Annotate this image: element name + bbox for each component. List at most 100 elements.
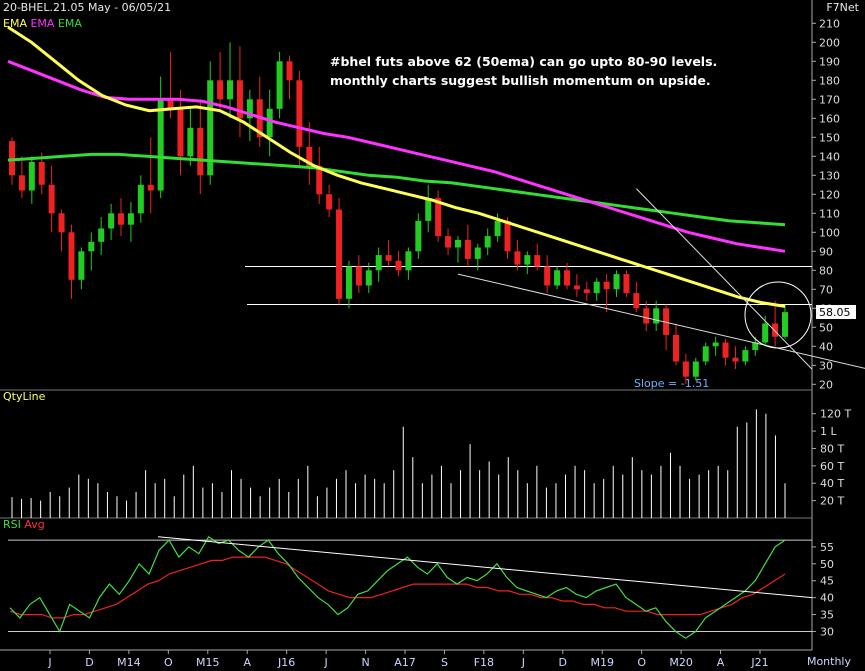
highlight-circle	[744, 281, 812, 349]
time-tick-label: N	[361, 656, 369, 669]
price-tick-label: 110	[819, 207, 840, 220]
time-tick-label: S	[441, 656, 448, 669]
candle-body	[732, 357, 739, 362]
candle-body	[484, 236, 491, 248]
time-tick-label: O	[164, 656, 173, 669]
qty-tick-label: 60 T	[820, 460, 844, 473]
candle-body	[742, 350, 749, 362]
time-tick-label: A17	[394, 656, 416, 669]
time-tick-label: D	[85, 656, 93, 669]
candle-body	[613, 274, 620, 290]
qty-tick-label: 20 T	[820, 495, 844, 508]
last-price-label: 58.05	[819, 306, 851, 319]
rsi-trendline	[157, 536, 813, 599]
candle-body	[197, 127, 204, 176]
rsi-tick-label: 40	[820, 592, 834, 605]
price-tick-label: 80	[819, 264, 833, 277]
candle-body	[137, 184, 144, 214]
ema-mid-line	[7, 59, 786, 253]
candle-body	[722, 342, 729, 358]
candle-body	[762, 323, 769, 343]
price-tick-label: 130	[819, 169, 840, 182]
qty-tick-label: 120 T	[820, 408, 851, 421]
price-tick-label: 100	[819, 226, 840, 239]
price-tick-label: 70	[819, 283, 833, 296]
candle-body	[296, 80, 303, 147]
candle-body	[385, 255, 392, 261]
rsi-avg-line	[9, 556, 786, 619]
candle-body	[276, 61, 283, 109]
candle-body	[623, 274, 630, 294]
candle-body	[454, 239, 461, 248]
candle-body	[534, 255, 541, 267]
time-tick-label: O	[637, 656, 646, 669]
candle-body	[227, 80, 234, 100]
time-tick-label: J	[521, 656, 525, 669]
candle-body	[266, 108, 273, 138]
time-tick-label: M15	[196, 656, 220, 669]
price-tick-label: 170	[819, 93, 840, 106]
price-tick-label: 30	[819, 359, 833, 372]
price-tick-label: 90	[819, 245, 833, 258]
candle-body	[177, 108, 184, 157]
candle-body	[702, 346, 709, 362]
price-tick-label: 180	[819, 74, 840, 87]
price-tick-label: 150	[819, 131, 840, 144]
candle-body	[395, 260, 402, 271]
candle-body	[712, 342, 719, 347]
candle-body	[187, 127, 194, 157]
rsi-tick-label: 45	[820, 575, 834, 588]
time-tick-label: J	[47, 656, 51, 669]
time-tick-label: J21	[750, 656, 768, 669]
candle-body	[563, 270, 570, 286]
rsi-line	[9, 535, 786, 639]
time-tick-label: J16	[277, 656, 295, 669]
rsi-tick-label: 55	[820, 541, 834, 554]
candle-body	[375, 255, 382, 271]
trend-channel-lower	[457, 273, 865, 369]
candle-body	[772, 323, 779, 337]
candle-body	[157, 99, 164, 191]
candle-body	[593, 281, 600, 294]
trend-channel-upper	[635, 188, 813, 370]
qty-tick-label: 1 L	[820, 425, 837, 438]
candle-body	[118, 213, 125, 225]
candle-body	[336, 209, 343, 299]
candle-body	[583, 289, 590, 294]
candle-body	[326, 194, 333, 210]
time-tick-label: A	[243, 656, 251, 669]
rsi-tick-label: 50	[820, 558, 834, 571]
candle-body	[355, 266, 362, 286]
candle-body	[425, 198, 432, 221]
candle-body	[217, 80, 224, 100]
candle-body	[48, 184, 55, 214]
candle-body	[573, 285, 580, 290]
time-tick-label: F18	[474, 656, 494, 669]
candle-body	[345, 266, 352, 299]
candle-body	[643, 308, 650, 324]
candle-body	[504, 220, 511, 252]
price-tick-label: 160	[819, 112, 840, 125]
chart-window: { "header": { "symbol_title": "20-BHEL.2…	[0, 0, 865, 671]
candle-body	[524, 255, 531, 265]
candle-body	[514, 251, 521, 265]
candle-body	[653, 308, 660, 324]
candle-body	[692, 361, 699, 377]
price-tick-label: 140	[819, 150, 840, 163]
price-tick-label: 200	[819, 36, 840, 49]
qty-tick-label: 40 T	[820, 477, 844, 490]
candle-body	[682, 361, 689, 377]
price-tick-label: 120	[819, 188, 840, 201]
candle-body	[782, 312, 788, 337]
candle-body	[445, 236, 452, 248]
time-tick-label: D	[559, 656, 567, 669]
candle-body	[38, 162, 45, 185]
candle-body	[58, 213, 65, 233]
candle-body	[474, 247, 481, 259]
price-tick-label: 40	[819, 340, 833, 353]
candle-body	[78, 251, 85, 280]
candle-body	[365, 270, 372, 286]
time-tick-label: M20	[669, 656, 693, 669]
candle-body	[88, 241, 95, 252]
time-tick-label: M19	[590, 656, 614, 669]
